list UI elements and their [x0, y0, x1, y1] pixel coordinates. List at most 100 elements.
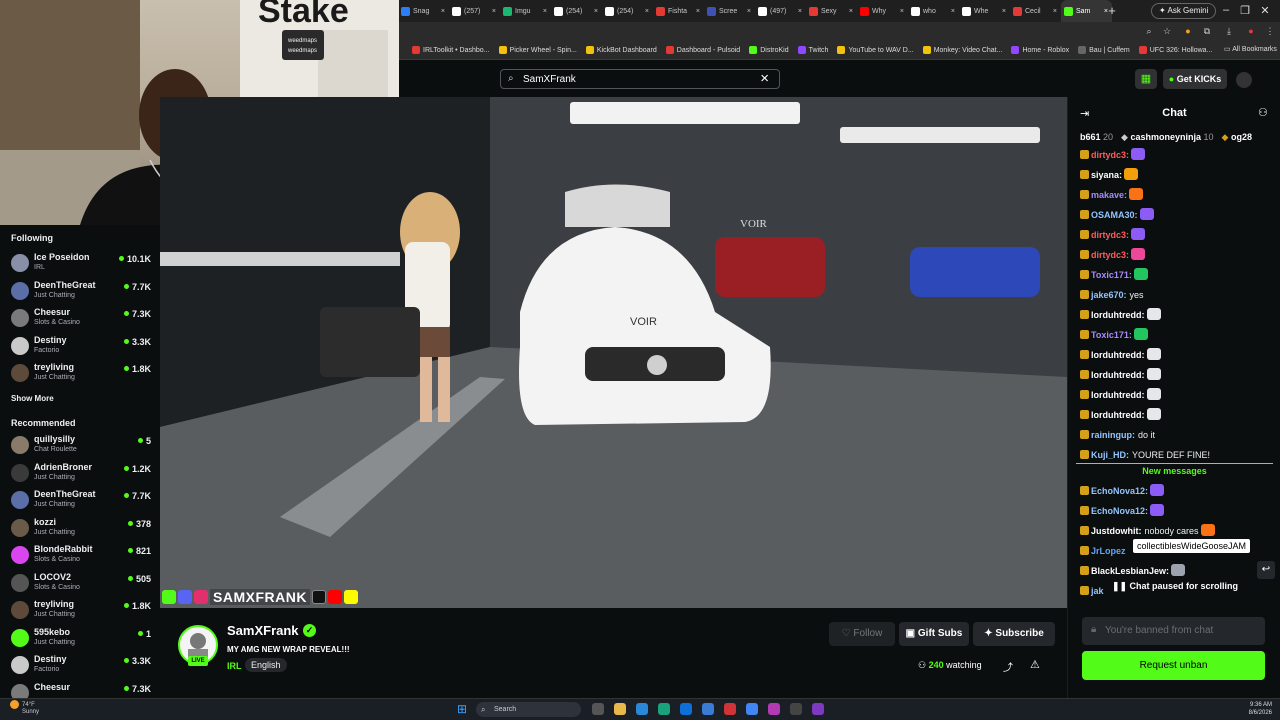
- chat-emote-icon[interactable]: [1200, 524, 1215, 536]
- app-icon-1[interactable]: [636, 703, 648, 715]
- sidebar-channel-item[interactable]: BlondeRabbit Slots & Casino 821: [11, 542, 151, 569]
- get-kicks-button[interactable]: ● Get KICKs: [1163, 69, 1227, 89]
- language-tag[interactable]: English: [245, 658, 287, 672]
- chat-username[interactable]: makave:: [1091, 190, 1127, 200]
- chat-emote-icon[interactable]: [1139, 208, 1154, 220]
- chat-username[interactable]: lorduhtredd:: [1091, 370, 1145, 380]
- browser-tab[interactable]: (497) ×: [755, 0, 806, 22]
- ask-gemini-button[interactable]: ✦ Ask Gemini: [1151, 3, 1217, 19]
- system-clock[interactable]: 9:36 AM 8/6/2026: [1236, 701, 1272, 717]
- task-view-icon[interactable]: [592, 703, 604, 715]
- chat-input[interactable]: 🔒︎ You're banned from chat: [1082, 617, 1265, 645]
- browser-tab[interactable]: (254) ×: [602, 0, 653, 22]
- bookmark-item[interactable]: YouTube to WAV D...: [837, 46, 914, 54]
- gifter-entry[interactable]: b661 20: [1080, 132, 1113, 142]
- extension-icon[interactable]: ●: [1182, 25, 1194, 37]
- chat-username[interactable]: lorduhtredd:: [1091, 310, 1145, 320]
- tab-close-icon[interactable]: ×: [594, 8, 598, 15]
- sidebar-channel-item[interactable]: Destiny Factorio 3.3K: [11, 333, 151, 360]
- browser-tab[interactable]: (257) ×: [449, 0, 500, 22]
- chat-username[interactable]: jak: [1091, 586, 1104, 596]
- chat-emote-icon[interactable]: [1150, 504, 1165, 516]
- chat-emote-icon[interactable]: [1146, 388, 1161, 400]
- chat-username[interactable]: dirtydc3:: [1091, 250, 1129, 260]
- zoom-icon[interactable]: ⌕: [1143, 25, 1155, 37]
- profile-icon[interactable]: ●: [1245, 25, 1257, 37]
- category-link[interactable]: IRL: [227, 661, 242, 671]
- bookmark-item[interactable]: Home - Roblox: [1011, 46, 1069, 54]
- sidebar-channel-item[interactable]: DeenTheGreat Just Chatting 7.7K: [11, 278, 151, 305]
- request-unban-button[interactable]: Request unban: [1082, 651, 1265, 680]
- channel-name[interactable]: SamXFrank: [227, 623, 299, 638]
- chat-username[interactable]: siyana:: [1091, 170, 1122, 180]
- browser-tab[interactable]: Cecil ×: [1010, 0, 1061, 22]
- app-icon-6[interactable]: [790, 703, 802, 715]
- sidebar-channel-item[interactable]: quillysilly Chat Roulette 5: [11, 432, 151, 459]
- bookmark-item[interactable]: Bau | Cuffem: [1078, 46, 1130, 54]
- subscribe-button[interactable]: ✦ Subscribe: [973, 622, 1055, 646]
- browser-tab[interactable]: Fishta ×: [653, 0, 704, 22]
- chat-emote-icon[interactable]: [1146, 308, 1161, 320]
- sidebar-channel-item[interactable]: Cheesur Slots & Casino 7.3K: [11, 305, 151, 332]
- video-player[interactable]: VOIR VOIR: [160, 97, 1067, 608]
- app-icon-3[interactable]: [702, 703, 714, 715]
- bookmark-star-icon[interactable]: ☆: [1161, 25, 1173, 37]
- sidebar-channel-item[interactable]: treyliving Just Chatting 1.8K: [11, 360, 151, 387]
- chat-emote-icon[interactable]: [1133, 328, 1148, 340]
- bookmark-item[interactable]: UFC 326: Hollowa...: [1138, 46, 1212, 54]
- clear-search-icon[interactable]: ×: [760, 70, 769, 87]
- gifter-entry[interactable]: ◆ og28: [1222, 132, 1252, 142]
- browser-tab[interactable]: Why ×: [857, 0, 908, 22]
- bookmark-item[interactable]: Twitch: [797, 46, 828, 54]
- chat-username[interactable]: OSAMA30:: [1091, 210, 1138, 220]
- tab-close-icon[interactable]: ×: [543, 8, 547, 15]
- all-bookmarks-link[interactable]: ▭ All Bookmarks: [1224, 45, 1277, 53]
- sidebar-channel-item[interactable]: treyliving Just Chatting 1.8K: [11, 597, 151, 624]
- sidebar-channel-item[interactable]: Destiny Factorio 3.3K: [11, 652, 151, 679]
- tab-close-icon[interactable]: ×: [951, 8, 955, 15]
- tab-close-icon[interactable]: ×: [900, 8, 904, 15]
- browser-tab[interactable]: Scree ×: [704, 0, 755, 22]
- chat-emote-icon[interactable]: [1150, 484, 1165, 496]
- browser-tab[interactable]: (254) ×: [551, 0, 602, 22]
- close-window-button[interactable]: ✕: [1258, 4, 1272, 17]
- tab-close-icon[interactable]: ×: [798, 8, 802, 15]
- chat-emote-icon[interactable]: [1146, 408, 1161, 420]
- tab-close-icon[interactable]: ×: [492, 8, 496, 15]
- tab-close-icon[interactable]: ×: [1002, 8, 1006, 15]
- app-icon-2[interactable]: [680, 703, 692, 715]
- tab-close-icon[interactable]: ×: [645, 8, 649, 15]
- search-input[interactable]: ⌕ SamXFrank ×: [500, 69, 780, 89]
- chat-emote-icon[interactable]: [1146, 368, 1161, 380]
- app-icon-5[interactable]: [768, 703, 780, 715]
- edge-icon[interactable]: [658, 703, 670, 715]
- sidebar-channel-item[interactable]: DeenTheGreat Just Chatting 7.7K: [11, 487, 151, 514]
- chat-username[interactable]: EchoNova12:: [1091, 486, 1148, 496]
- bookmark-item[interactable]: Monkey: Video Chat...: [922, 46, 1002, 54]
- taskbar-search[interactable]: ⌕ Search: [476, 702, 581, 717]
- chat-username[interactable]: Justdowhit:: [1091, 526, 1142, 536]
- browser-tab[interactable]: Imgu ×: [500, 0, 551, 22]
- minimize-button[interactable]: –: [1219, 4, 1233, 16]
- tab-close-icon[interactable]: ×: [441, 8, 445, 15]
- chat-username[interactable]: lorduhtredd:: [1091, 350, 1145, 360]
- chat-username[interactable]: lorduhtredd:: [1091, 410, 1145, 420]
- scroll-to-bottom-button[interactable]: ↩: [1257, 561, 1275, 579]
- maximize-button[interactable]: ❐: [1238, 4, 1252, 17]
- tab-close-icon[interactable]: ×: [747, 8, 751, 15]
- chat-emote-icon[interactable]: [1131, 148, 1146, 160]
- chat-username[interactable]: EchoNova12:: [1091, 506, 1148, 516]
- store-icon[interactable]: ▦: [1135, 69, 1157, 89]
- sidebar-channel-item[interactable]: 595kebo Just Chatting 1: [11, 625, 151, 652]
- share-icon[interactable]: ⤴: [1003, 659, 1013, 674]
- chat-username[interactable]: dirtydc3:: [1091, 230, 1129, 240]
- bookmark-item[interactable]: KickBot Dashboard: [585, 46, 657, 54]
- user-avatar[interactable]: [1236, 72, 1252, 88]
- app-icon-7[interactable]: [812, 703, 824, 715]
- file-explorer-icon[interactable]: [614, 703, 626, 715]
- download-icon[interactable]: ⤓: [1223, 25, 1235, 37]
- chrome-icon[interactable]: [746, 703, 758, 715]
- browser-tab[interactable]: Snag ×: [398, 0, 449, 22]
- chat-username[interactable]: Toxic171:: [1091, 330, 1132, 340]
- report-icon[interactable]: ⚠: [1030, 658, 1040, 671]
